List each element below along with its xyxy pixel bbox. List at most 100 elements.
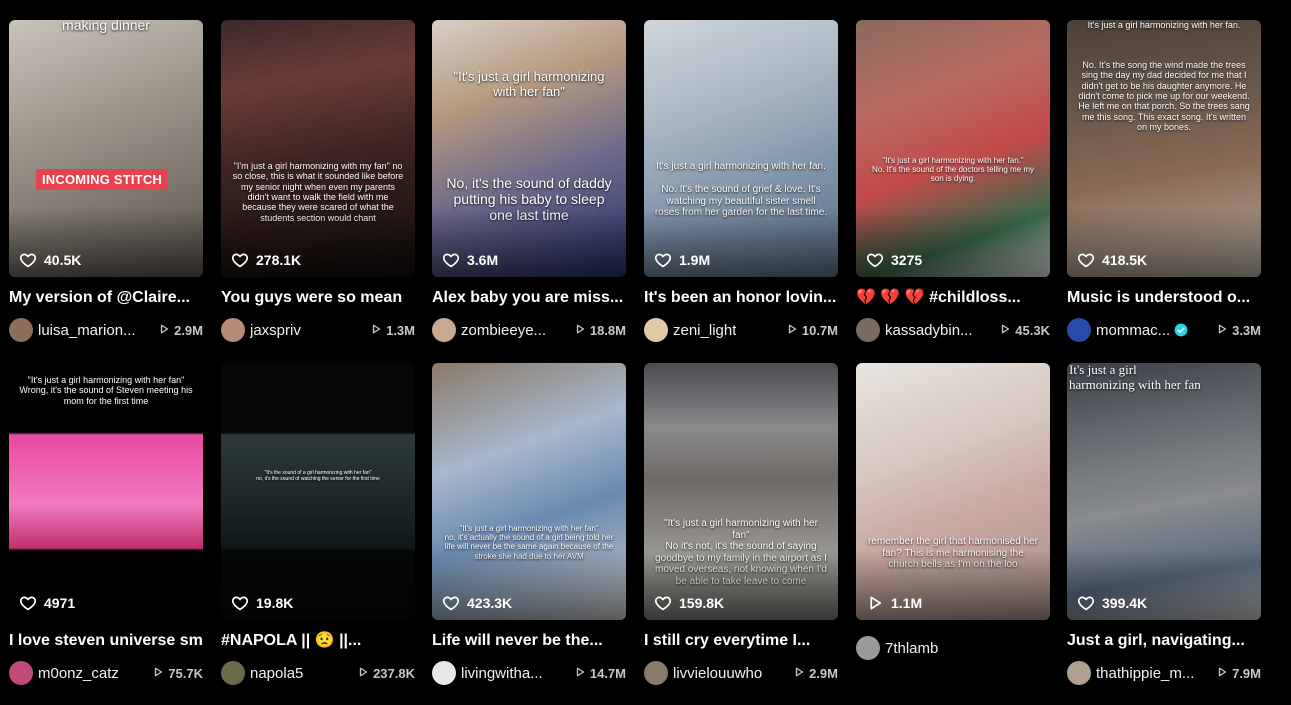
- play-count-value: 2.9M: [809, 665, 838, 681]
- play-count-value: 2.9M: [174, 322, 203, 338]
- author-name[interactable]: napola5: [250, 665, 303, 682]
- video-thumbnail[interactable]: It's just a girl harmonizing with her fa…: [1067, 20, 1261, 277]
- video-card[interactable]: "It's just a girl harmonizing with her f…: [432, 363, 626, 685]
- overlay-heading: It's just a girl harmonizing with her fa…: [1087, 20, 1241, 30]
- video-caption[interactable]: #NAPOLA || 😟 ||...: [221, 631, 415, 651]
- like-count: 40.5K: [19, 251, 81, 269]
- author-name[interactable]: zombieeye...: [461, 322, 546, 339]
- like-count: 3275: [866, 251, 922, 269]
- play-count: 2.9M: [158, 323, 203, 338]
- video-thumbnail[interactable]: "It's just a girl harmonizing with her f…: [432, 363, 626, 620]
- video-card[interactable]: remember the girl that harmonised her fa…: [856, 363, 1050, 660]
- author-name[interactable]: zeni_light: [673, 322, 736, 339]
- author-name[interactable]: mommac...: [1096, 322, 1170, 339]
- video-meta: luisa_marion... 2.9M: [9, 318, 203, 342]
- avatar[interactable]: [644, 661, 668, 685]
- like-count-value: 4971: [44, 595, 76, 611]
- video-meta: zeni_light 10.7M: [644, 318, 838, 342]
- heart-icon: [442, 594, 460, 612]
- like-count: 418.5K: [1077, 251, 1147, 269]
- video-meta: jaxspriv 1.3M: [221, 318, 415, 342]
- video-caption[interactable]: 💔 💔 💔 #childloss...: [856, 288, 1050, 308]
- like-count-value: 3275: [891, 252, 923, 268]
- author-name[interactable]: livvielouuwho: [673, 665, 762, 682]
- heart-icon: [654, 594, 672, 612]
- video-meta: napola5 237.8K: [221, 661, 415, 685]
- like-count: 4971: [19, 594, 75, 612]
- like-count: 1.1M: [866, 594, 922, 612]
- play-icon: [357, 666, 369, 681]
- avatar[interactable]: [221, 318, 245, 342]
- like-count-value: 3.6M: [467, 252, 499, 268]
- avatar[interactable]: [432, 318, 456, 342]
- video-caption[interactable]: Alex baby you are miss...: [432, 288, 626, 308]
- author-name[interactable]: jaxspriv: [250, 322, 301, 339]
- video-thumbnail[interactable]: "It's just a girl harmonizing with her f…: [432, 20, 626, 277]
- video-card[interactable]: It's just a girl harmonizing with her fa…: [1067, 363, 1261, 685]
- overlay-caption: No. It's the song the wind made the tree…: [1078, 60, 1250, 133]
- video-caption[interactable]: My version of @Claire...: [9, 288, 203, 308]
- video-thumbnail[interactable]: "It's the sound of a girl harmonizing wi…: [221, 363, 415, 620]
- avatar[interactable]: [432, 661, 456, 685]
- video-card[interactable]: "It's just a girl harmonizing with her f…: [856, 20, 1050, 342]
- video-caption[interactable]: You guys were so mean: [221, 288, 415, 308]
- play-count: 18.8M: [574, 323, 626, 338]
- author-name[interactable]: livingwitha...: [461, 665, 543, 682]
- video-card[interactable]: "It's just a girl harmonizing with her f…: [432, 20, 626, 342]
- video-caption[interactable]: I love steven universe sm: [9, 631, 203, 651]
- play-icon: [574, 666, 586, 681]
- video-card[interactable]: It's just a girl harmonizing with her fa…: [644, 20, 838, 342]
- play-count: 14.7M: [574, 666, 626, 681]
- video-caption[interactable]: Music is understood o...: [1067, 288, 1261, 308]
- author-name[interactable]: m0onz_catz: [38, 665, 119, 682]
- video-meta: kassadybin... 45.3K: [856, 318, 1050, 342]
- video-caption[interactable]: Life will never be the...: [432, 631, 626, 651]
- video-thumbnail[interactable]: making dinner INCOMING STITCH 40.5K: [9, 20, 203, 277]
- play-icon: [152, 666, 164, 681]
- avatar[interactable]: [856, 318, 880, 342]
- heart-icon: [1077, 594, 1095, 612]
- video-caption[interactable]: Just a girl, navigating...: [1067, 631, 1261, 651]
- video-thumbnail[interactable]: "It's just a girl harmonizing with her f…: [644, 363, 838, 620]
- heart-icon: [19, 251, 37, 269]
- video-card[interactable]: It's just a girl harmonizing with her fa…: [1067, 20, 1261, 342]
- play-count-value: 14.7M: [589, 665, 626, 681]
- video-thumbnail[interactable]: "It's just a girl harmonizing with her f…: [856, 20, 1050, 277]
- video-meta: 7thlamb: [856, 636, 1050, 660]
- avatar[interactable]: [9, 661, 33, 685]
- video-caption[interactable]: It's been an honor lovin...: [644, 288, 838, 308]
- video-card[interactable]: "It's the sound of a girl harmonizing wi…: [221, 363, 415, 685]
- play-icon: [1216, 666, 1228, 681]
- avatar[interactable]: [221, 661, 245, 685]
- video-thumbnail[interactable]: "I'm just a girl harmonizing with my fan…: [221, 20, 415, 277]
- play-count-value: 3.3M: [1232, 322, 1261, 338]
- video-card[interactable]: "It's just a girl harmonizing with her f…: [644, 363, 838, 685]
- heart-icon: [231, 594, 249, 612]
- author-name[interactable]: thathippie_m...: [1096, 665, 1194, 682]
- play-count-value: 18.8M: [589, 322, 626, 338]
- play-count: 45.3K: [999, 323, 1050, 338]
- author-name[interactable]: kassadybin...: [885, 322, 973, 339]
- avatar[interactable]: [856, 636, 880, 660]
- video-thumbnail[interactable]: It's just a girl harmonizing with her fa…: [644, 20, 838, 277]
- video-caption[interactable]: I still cry everytime I...: [644, 631, 838, 651]
- avatar[interactable]: [9, 318, 33, 342]
- avatar[interactable]: [644, 318, 668, 342]
- video-thumbnail[interactable]: remember the girl that harmonised her fa…: [856, 363, 1050, 620]
- video-thumbnail[interactable]: It's just a girl harmonizing with her fa…: [1067, 363, 1261, 620]
- author-name[interactable]: luisa_marion...: [38, 322, 136, 339]
- author-name[interactable]: 7thlamb: [885, 640, 938, 657]
- like-count: 423.3K: [442, 594, 512, 612]
- like-count-value: 1.9M: [679, 252, 711, 268]
- video-thumbnail[interactable]: "It's just a girl harmonizing with her f…: [9, 363, 203, 620]
- avatar[interactable]: [1067, 661, 1091, 685]
- heart-icon: [654, 251, 672, 269]
- video-card[interactable]: "It's just a girl harmonizing with her f…: [9, 363, 203, 685]
- video-card[interactable]: "I'm just a girl harmonizing with my fan…: [221, 20, 415, 342]
- avatar[interactable]: [1067, 318, 1091, 342]
- like-count-value: 19.8K: [256, 595, 294, 611]
- play-icon: [574, 323, 586, 338]
- play-count: 1.3M: [370, 323, 415, 338]
- video-card[interactable]: making dinner INCOMING STITCH 40.5K My vers…: [9, 20, 203, 342]
- play-count: 7.9M: [1216, 666, 1261, 681]
